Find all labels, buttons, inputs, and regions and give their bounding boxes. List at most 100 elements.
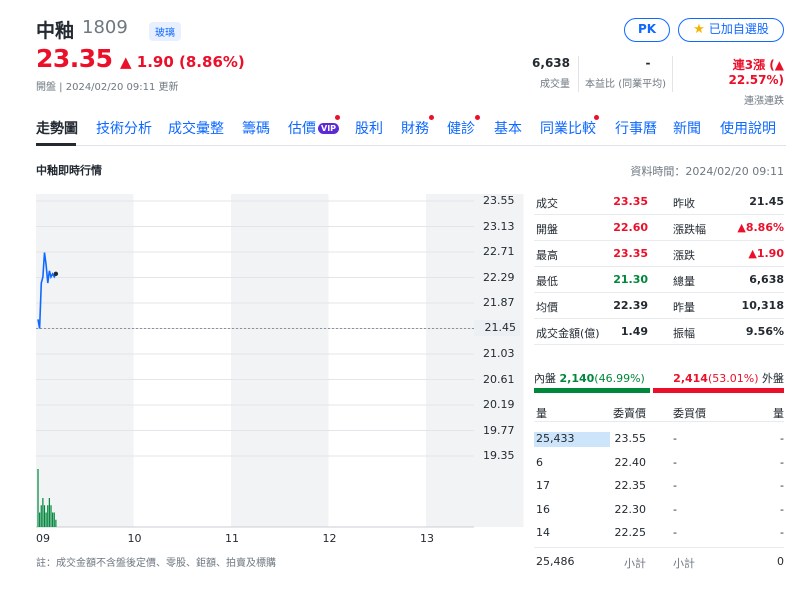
- bid-volume: -: [780, 526, 784, 539]
- bid-volume: -: [780, 455, 784, 469]
- ask-volume: 14: [536, 526, 550, 539]
- ask-price: 22.30: [614, 502, 647, 516]
- outer-pct: (53.01%): [707, 372, 759, 385]
- stat-label: 總量: [673, 275, 695, 288]
- bid-price: -: [673, 455, 677, 469]
- volume-bar: [52, 512, 54, 527]
- hour-band: [328, 194, 426, 527]
- inner-volume-bar: [534, 388, 650, 393]
- stat-value: 22.60: [613, 221, 648, 234]
- stat-label: 最高: [536, 249, 558, 262]
- bid-price: -: [673, 479, 677, 492]
- bid-subtotal-label: 小計: [673, 557, 695, 570]
- volume-bar: [39, 512, 41, 527]
- hour-band: [231, 194, 329, 527]
- stat-label: 漲跌幅: [673, 223, 706, 236]
- ask-volume: 17: [536, 479, 550, 492]
- outer-value: 2,414: [673, 372, 708, 385]
- volume-bar: [50, 505, 52, 527]
- ask-price: 22.40: [614, 455, 647, 469]
- ask-total: 25,486: [536, 555, 575, 568]
- y-tick-label: 20.19: [483, 398, 515, 411]
- y-tick-label: 21.87: [483, 296, 515, 309]
- stat-label: 昨量: [673, 301, 695, 314]
- ask-volume: 6: [536, 455, 543, 469]
- inner-label: 內盤: [534, 372, 556, 385]
- volume-bar: [47, 505, 49, 527]
- stat-value: 10,318: [741, 299, 784, 312]
- divider: [534, 266, 784, 267]
- stat-label: 昨收: [673, 197, 695, 210]
- price-chart[interactable]: [0, 0, 800, 589]
- bid-volume: -: [780, 502, 784, 516]
- volume-bar: [53, 512, 55, 527]
- stat-value: 6,638: [749, 273, 784, 286]
- outer-volume-bar: [653, 388, 784, 393]
- divider: [534, 344, 784, 345]
- y-tick-label: 23.13: [483, 219, 515, 233]
- outer-label: 外盤: [762, 372, 784, 385]
- y-tick-label: 20.61: [483, 372, 515, 386]
- divider: [534, 240, 784, 241]
- ask-subtotal-label: 小計: [624, 557, 646, 570]
- volume-bar: [40, 505, 42, 527]
- x-tick-label: 10: [127, 532, 142, 545]
- hour-band: [133, 194, 231, 527]
- reference-price-tag: 21.45: [474, 320, 520, 336]
- volume-bar: [37, 469, 39, 527]
- y-tick-label: 21.03: [483, 347, 515, 360]
- divider: [534, 214, 784, 215]
- outer-volume: 2,414(53.01%) 外盤: [640, 370, 784, 386]
- inner-pct: (46.99%): [594, 372, 645, 385]
- bid-volume-header: 量: [773, 407, 784, 420]
- bid-volume: -: [780, 432, 784, 445]
- divider: [534, 421, 784, 422]
- stat-value: 23.35: [613, 195, 648, 208]
- x-tick-label: 11: [225, 532, 239, 545]
- bid-volume: -: [780, 479, 784, 492]
- hour-band: [36, 194, 134, 527]
- volume-bar: [55, 519, 57, 527]
- stat-value: ▲1.90: [748, 247, 784, 260]
- last-price-dot: [53, 271, 59, 277]
- ask-price: 23.55: [614, 432, 647, 445]
- stat-label: 振幅: [673, 327, 695, 340]
- ask-price: 22.35: [614, 479, 647, 492]
- bid-price: -: [673, 502, 677, 516]
- ask-volume: 16: [536, 502, 550, 516]
- volume-bar: [43, 505, 46, 527]
- volume-bar: [45, 512, 47, 527]
- x-tick-label: 09: [36, 532, 50, 545]
- stat-label: 成交: [536, 197, 558, 210]
- stat-label: 最低: [536, 275, 558, 288]
- ask-price-header: 委賣價: [613, 407, 646, 420]
- divider: [534, 292, 784, 293]
- divider: [534, 547, 784, 548]
- bid-price: -: [673, 432, 677, 445]
- inner-value: 2,140: [559, 372, 595, 385]
- y-tick-label: 22.71: [483, 245, 515, 258]
- y-tick-label: 22.29: [483, 270, 515, 284]
- stat-value: 1.49: [620, 325, 648, 338]
- stat-value: ▲8.86%: [737, 221, 784, 234]
- stat-value: 9.56%: [745, 325, 784, 338]
- stat-value: 21.45: [749, 195, 784, 208]
- stat-label: 漲跌: [673, 249, 695, 262]
- stat-value: 22.39: [613, 299, 648, 312]
- volume-bar: [48, 498, 50, 527]
- y-tick-label: 19.35: [483, 449, 515, 462]
- stat-label: 均價: [536, 301, 558, 314]
- bid-price-header: 委買價: [673, 407, 706, 420]
- stat-label: 開盤: [536, 223, 558, 236]
- y-tick-label: 23.55: [483, 194, 515, 207]
- x-tick-label: 13: [420, 532, 434, 545]
- hour-band: [426, 194, 524, 527]
- stat-value: 23.35: [613, 247, 648, 260]
- footnote: 註：成交金額不含盤後定價、零股、鉅額、拍賣及標購: [36, 558, 276, 569]
- y-tick-label: 19.77: [483, 423, 515, 437]
- ask-price: 22.25: [614, 526, 647, 539]
- stat-value: 21.30: [613, 273, 648, 286]
- bid-total: 0: [777, 555, 784, 568]
- x-tick-label: 12: [322, 532, 337, 545]
- divider: [534, 318, 784, 319]
